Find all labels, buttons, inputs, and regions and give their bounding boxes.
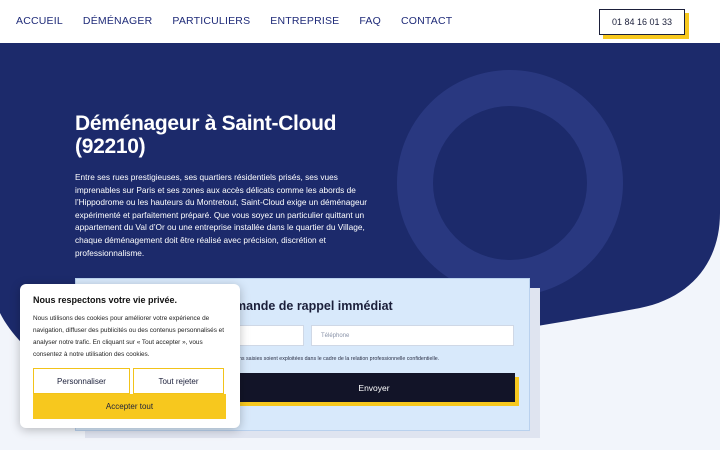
phone-field[interactable]: Téléphone <box>311 325 514 346</box>
send-button[interactable]: Envoyer <box>233 373 515 402</box>
cookie-banner: Nous respectons votre vie privée. Nous u… <box>20 284 240 428</box>
accept-all-button[interactable]: Accepter tout <box>33 394 226 419</box>
cookie-text: Nous utilisons des cookies pour améliore… <box>33 315 225 358</box>
nav-particuliers[interactable]: PARTICULIERS <box>172 15 250 27</box>
personalize-button[interactable]: Personnaliser <box>33 368 130 394</box>
form-title: mande de rappel immédiat <box>235 299 393 313</box>
site-header: ACCUEIL DÉMÉNAGER PARTICULIERS ENTREPRIS… <box>0 0 720 43</box>
page-title: Déménageur à Saint-Cloud (92210) <box>75 112 337 158</box>
nav-demenager[interactable]: DÉMÉNAGER <box>83 15 152 27</box>
nav-contact[interactable]: CONTACT <box>401 15 452 27</box>
phone-button[interactable]: 01 84 16 01 33 <box>599 9 685 35</box>
nav-entreprise[interactable]: ENTREPRISE <box>270 15 339 27</box>
consent-text: ons saisies soient exploitées dans le ca… <box>236 356 440 362</box>
reject-all-button[interactable]: Tout rejeter <box>133 368 224 394</box>
main-nav: ACCUEIL DÉMÉNAGER PARTICULIERS ENTREPRIS… <box>16 15 472 27</box>
name-field[interactable] <box>236 325 304 346</box>
intro-paragraph: Entre ses rues prestigieuses, ses quarti… <box>75 172 367 258</box>
nav-faq[interactable]: FAQ <box>359 15 381 27</box>
nav-accueil[interactable]: ACCUEIL <box>16 15 63 27</box>
cookie-title: Nous respectons votre vie privée. <box>33 295 178 305</box>
